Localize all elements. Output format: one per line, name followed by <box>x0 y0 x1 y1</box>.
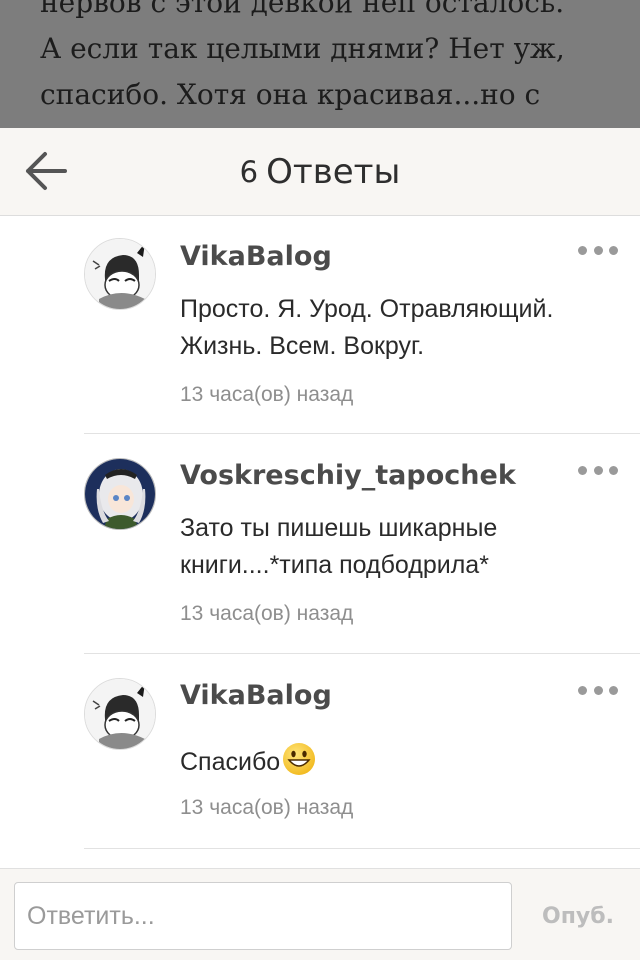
arrow-left-icon <box>26 152 67 190</box>
manga-character-avatar-icon <box>85 239 155 309</box>
post-button[interactable]: Опуб. <box>530 882 626 950</box>
reply-username[interactable]: VikaBalog <box>180 241 332 272</box>
reply-item: VikaBalog Просто. Я. Урод. Отравляющий. … <box>84 217 640 434</box>
more-dots-icon <box>578 245 587 255</box>
avatar[interactable] <box>84 678 156 750</box>
reply-composer: Опуб. <box>0 868 640 960</box>
more-dots-icon <box>578 685 587 695</box>
story-line: А если так целыми днями? Нет уж, <box>40 32 565 65</box>
reply-input[interactable] <box>14 882 512 950</box>
more-options-button[interactable] <box>578 240 618 260</box>
more-options-button[interactable] <box>578 460 618 480</box>
reply-text: Просто. Я. Урод. Отравляющий. Жизнь. Все… <box>180 295 554 360</box>
page-title: Ответы <box>266 152 401 192</box>
reply-text: Зато ты пишешь шикарные книги....*типа п… <box>180 514 498 579</box>
reply-text-content: Спасибо <box>180 748 281 776</box>
reply-timestamp: 13 часа(ов) назад <box>180 796 354 819</box>
reply-timestamp: 13 часа(ов) назад <box>180 383 354 406</box>
reply-count: 6 <box>239 155 259 189</box>
reply-username[interactable]: Voskreschiy_tapochek <box>180 460 516 491</box>
anime-character-avatar-icon <box>85 459 155 529</box>
reply-item: Voskreschiy_tapochek Зато ты пишешь шика… <box>84 434 640 654</box>
avatar[interactable] <box>84 238 156 310</box>
back-button[interactable] <box>20 148 70 194</box>
story-text-background: нервов с этой девкой неп осталось. А есл… <box>0 0 640 128</box>
story-line: нервов с этой девкой неп осталось. <box>40 0 565 19</box>
replies-list: VikaBalog Просто. Я. Урод. Отравляющий. … <box>0 217 640 868</box>
manga-character-avatar-icon <box>85 679 155 749</box>
more-dots-icon <box>578 465 587 475</box>
reply-text: Спасибо <box>180 742 620 787</box>
reply-item: VikaBalog Спасибо 13 часа(ов) назад <box>84 654 640 849</box>
header-title: 6 Ответы <box>0 128 640 216</box>
reply-timestamp: 13 часа(ов) назад <box>180 602 354 625</box>
story-line: спасибо. Хотя она красивая...но с <box>40 78 541 111</box>
replies-header: 6 Ответы <box>0 128 640 216</box>
more-options-button[interactable] <box>578 680 618 700</box>
reply-username[interactable]: VikaBalog <box>180 680 332 711</box>
avatar[interactable] <box>84 458 156 530</box>
grinning-face-icon <box>282 742 316 787</box>
